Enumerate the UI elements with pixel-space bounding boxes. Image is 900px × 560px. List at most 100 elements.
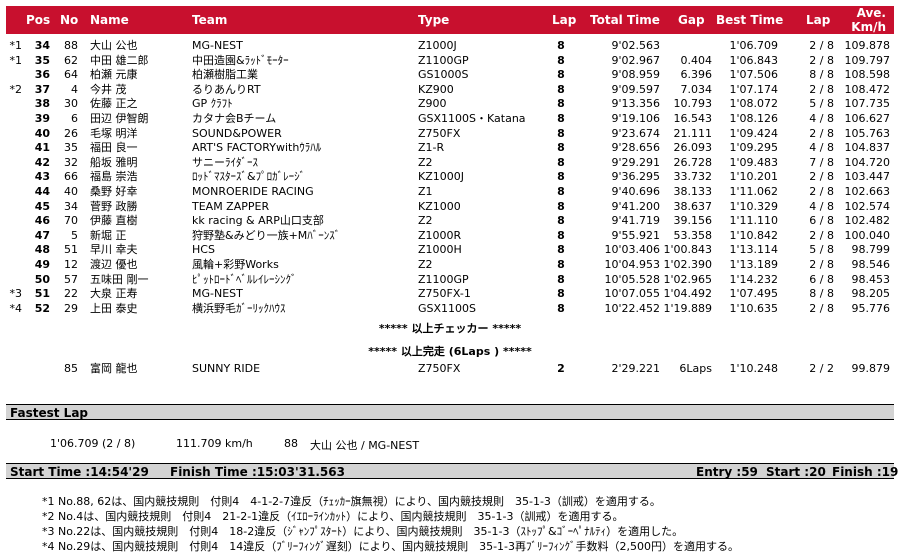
- row-team: 柏瀬樹脂工業: [192, 68, 258, 82]
- row-team: 風輪+彩野Works: [192, 258, 279, 271]
- row-name: 佐藤 正之: [90, 97, 138, 111]
- row-best-lap: 2 / 8: [809, 185, 834, 198]
- row-best-time: 1'11.110: [729, 214, 778, 228]
- row-best-lap: 2 / 8: [809, 170, 834, 184]
- row-team: TEAM ZAPPER: [192, 199, 270, 213]
- row-no: 35: [64, 141, 78, 155]
- row-penalty-mark: *1: [9, 53, 23, 67]
- row-pos: 36: [34, 68, 50, 82]
- row-gap: 38.133: [673, 185, 713, 198]
- row-total-time: 9'29.291: [611, 155, 660, 169]
- row-lap: 8: [557, 112, 565, 125]
- table-row: *1 34 88 大山 公也 MG-NEST Z1000J 8 9'02.563 1'06.70…: [6, 39, 894, 53]
- row-lap: 8: [557, 126, 565, 140]
- row-no: 88: [64, 39, 78, 52]
- row-best-lap: 7 / 8: [809, 155, 834, 169]
- row-total-time: 9'19.106: [611, 112, 660, 125]
- row-lap: 2: [557, 362, 565, 375]
- row-total-time: 9'13.356: [611, 97, 660, 111]
- row-name: 新堀 正: [90, 228, 127, 242]
- row-lap: 8: [557, 214, 565, 228]
- row-no: 34: [64, 199, 78, 213]
- table-row: 46 70 伊藤 直樹 kk racing & ARP山口支部 Z2 8 9'41.719 3…: [6, 214, 894, 228]
- row-team: ART'S FACTORYwithｳﾗﾊﾙ: [192, 141, 322, 155]
- entry-count: Entry :59: [696, 465, 758, 479]
- row-gap: 21.111: [673, 126, 713, 140]
- row-best-time: 1'10.201: [729, 170, 778, 184]
- row-gap: 0.404: [680, 53, 713, 67]
- row-no: 66: [64, 170, 78, 184]
- row-best-lap: 5 / 8: [809, 97, 834, 111]
- row-best-time: 1'13.114: [729, 243, 778, 257]
- row-lap: 8: [557, 272, 565, 286]
- row-total-time: 9'41.719: [611, 214, 660, 228]
- table-row: 39 6 田辺 伊智朗 カタナ会Bチーム GSX1100S・Katana 8 9'19.10…: [6, 112, 894, 126]
- row-name: 桑野 好幸: [90, 185, 138, 198]
- row-lap: 8: [557, 141, 565, 155]
- fastest-lap-speed: 111.709 km/h: [176, 437, 253, 450]
- row-lap: 8: [557, 228, 565, 242]
- row-name: 福田 良一: [90, 141, 138, 155]
- row-name: 柏瀬 元康: [90, 68, 138, 82]
- row-team: kk racing & ARP山口支部: [192, 214, 324, 228]
- header-name: Name: [90, 13, 129, 27]
- row-no: 5: [71, 228, 78, 242]
- row-best-time: 1'10.329: [729, 199, 778, 213]
- row-pos: 47: [34, 228, 50, 242]
- row-type: KZ1000J: [418, 170, 464, 184]
- row-type: Z750FX: [418, 362, 461, 375]
- row-best-time: 1'11.062: [729, 185, 778, 198]
- row-lap: 8: [557, 82, 565, 96]
- row-best-time: 1'10.248: [729, 362, 778, 375]
- row-ave: 102.663: [844, 185, 891, 198]
- row-best-lap: 8 / 8: [809, 68, 834, 82]
- row-lap: 8: [557, 155, 565, 169]
- row-gap: 38.637: [673, 199, 713, 213]
- row-type: GS1000S: [418, 68, 469, 82]
- row-best-time: 1'08.126: [729, 112, 778, 125]
- row-best-lap: 4 / 8: [809, 112, 834, 125]
- row-no: 29: [64, 301, 78, 315]
- row-ave: 109.797: [844, 53, 891, 67]
- row-type: GSX1100S: [418, 301, 477, 315]
- row-no: 30: [64, 97, 78, 111]
- row-type: Z2: [418, 155, 433, 169]
- row-best-lap: 2 / 8: [809, 228, 834, 242]
- penalty-note: *4 No.29は、国内競技規則 付則4 14違反（ﾌﾞﾘｰﾌｨﾝｸﾞ遅刻）によ…: [42, 540, 740, 553]
- row-gap: 7.034: [680, 82, 713, 96]
- row-pos: 52: [34, 301, 50, 315]
- row-team: 横浜野毛ｶﾞｰﾘｯｸﾊｳｽ: [192, 301, 286, 315]
- row-name: 田辺 伊智朗: [90, 112, 149, 125]
- row-gap: 1'02.390: [663, 258, 712, 271]
- row-name: 大山 公也: [90, 39, 138, 52]
- row-team: HCS: [192, 243, 215, 257]
- row-best-time: 1'13.189: [729, 258, 778, 271]
- row-total-time: 2'29.221: [611, 362, 660, 375]
- row-no: 40: [64, 185, 78, 198]
- row-total-time: 9'40.696: [611, 185, 660, 198]
- table-row: 50 57 五味田 剛一 ﾋﾟｯﾄﾛｰﾄﾞﾍﾞﾙﾚｲﾚｰｼﾝｸﾞ Z1100GP 8 10'…: [6, 273, 894, 287]
- row-no: 57: [64, 272, 78, 286]
- row-no: 12: [64, 258, 78, 271]
- row-best-time: 1'07.174: [729, 82, 778, 96]
- table-row: 48 51 早川 幸夫 HCS Z1000H 8 10'03.406 1'00.843 1'13…: [6, 243, 894, 257]
- checker-banner: ***** 以上チェッカー *****: [378, 322, 522, 335]
- row-no: 32: [64, 155, 78, 169]
- row-no: 62: [64, 53, 78, 67]
- table-row: 42 32 船坂 雅明 サニーﾗｲﾀﾞｰｽ Z2 8 9'29.291 26.728 1'09.…: [6, 156, 894, 170]
- row-ave: 98.453: [851, 272, 891, 286]
- row-pos: 45: [34, 199, 50, 213]
- finish-count: Finish :19: [832, 465, 899, 479]
- row-pos: 42: [34, 155, 50, 169]
- start-count: Start :20: [766, 465, 826, 479]
- race-time-bar: Start Time :14:54'29 Finish Time :15:03'…: [6, 463, 898, 479]
- table-row: 45 34 菅野 政勝 TEAM ZAPPER KZ1000 8 9'41.200 38.63…: [6, 200, 894, 214]
- row-best-time: 1'06.843: [729, 53, 778, 67]
- row-ave: 108.598: [844, 68, 891, 82]
- row-pos: 46: [34, 214, 50, 228]
- row-type: Z2: [418, 258, 433, 271]
- row-best-lap: 6 / 8: [809, 214, 834, 228]
- header-team: Team: [192, 13, 228, 27]
- row-gap: 1'19.889: [663, 301, 712, 315]
- row-team: サニーﾗｲﾀﾞｰｽ: [192, 155, 258, 169]
